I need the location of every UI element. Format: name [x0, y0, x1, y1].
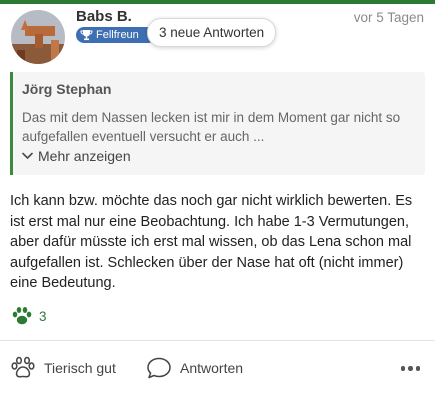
reply-label: Antworten: [180, 360, 244, 376]
trophy-icon: [80, 30, 93, 41]
reaction-count: 3: [39, 308, 47, 324]
quote-accent-bar: [10, 72, 13, 175]
show-more-button[interactable]: Mehr anzeigen: [22, 148, 131, 164]
reaction-summary[interactable]: 3: [11, 306, 47, 326]
badge-label: Fellfreun: [96, 29, 139, 41]
avatar-image: [11, 10, 65, 64]
more-dot-icon: [400, 366, 405, 371]
post-body-text: Ich kann bzw. möchte das noch gar nicht …: [10, 193, 413, 291]
post-timestamp: vor 5 Tagen: [353, 10, 424, 25]
show-more-label: Mehr anzeigen: [38, 148, 131, 164]
author-name[interactable]: Babs B.: [76, 8, 132, 25]
member-rank-badge: Fellfreun: [76, 27, 156, 43]
speech-bubble-icon: [147, 357, 171, 379]
like-button[interactable]: Tierisch gut: [10, 356, 116, 380]
more-dot-icon: [415, 366, 420, 371]
paw-icon: [12, 307, 32, 325]
more-dot-icon: [408, 366, 413, 371]
top-accent-stripe: [0, 0, 435, 4]
quoted-message: Jörg Stephan Das mit dem Nassen lecken i…: [10, 72, 425, 175]
paw-outline-icon: [11, 356, 35, 378]
quote-author[interactable]: Jörg Stephan: [22, 81, 111, 97]
quote-text: Das mit dem Nassen lecken ist mir in dem…: [22, 110, 401, 144]
more-options-button[interactable]: [400, 366, 420, 371]
avatar[interactable]: [11, 10, 65, 64]
like-label: Tierisch gut: [44, 360, 116, 376]
divider: [0, 340, 435, 341]
new-replies-pill[interactable]: 3 neue Antworten: [147, 18, 277, 47]
reply-button[interactable]: Antworten: [146, 356, 243, 380]
chevron-down-icon: [22, 152, 33, 160]
